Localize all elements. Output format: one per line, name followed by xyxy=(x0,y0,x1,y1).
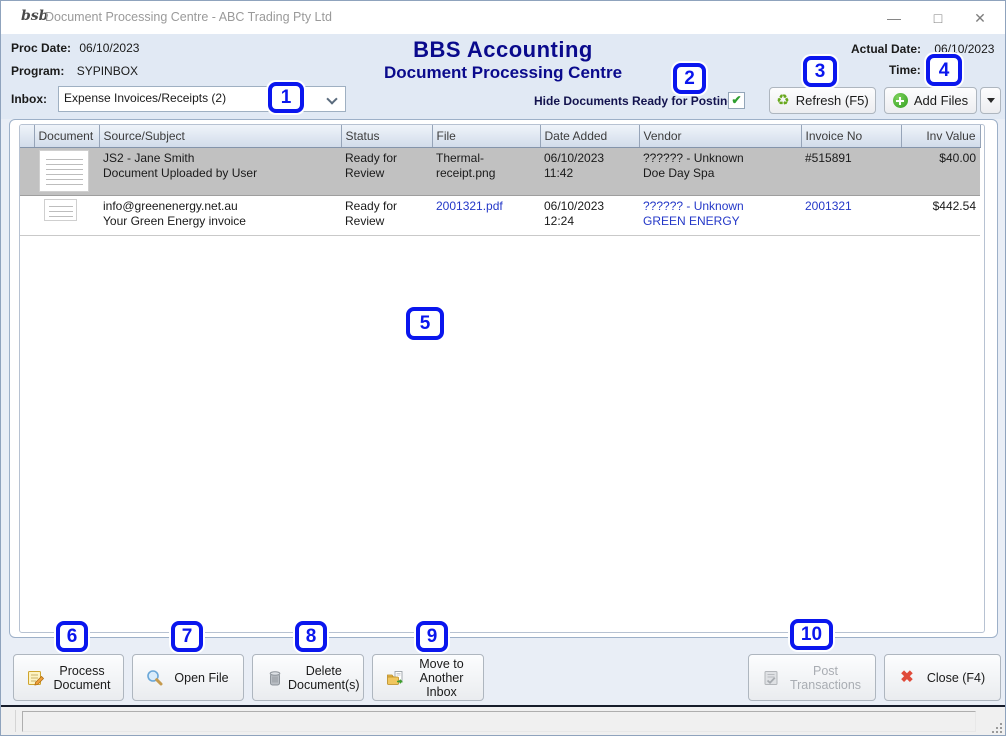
open-file-icon xyxy=(146,669,164,687)
som-mark-3: 3 xyxy=(803,56,837,87)
row-file-link[interactable]: Thermal-receipt.png xyxy=(436,151,495,180)
open-file-label: Open File xyxy=(164,671,243,685)
grid-header-row: Document Source/Subject Status File Date… xyxy=(20,125,980,147)
post-transactions-button: Post Transactions xyxy=(748,654,876,701)
delete-icon xyxy=(266,669,284,687)
som-mark-7: 7 xyxy=(171,621,203,652)
row-date-added: 06/10/2023 11:42 xyxy=(540,147,639,195)
chevron-down-icon xyxy=(326,93,337,104)
refresh-button[interactable]: ♻ Refresh (F5) xyxy=(769,87,876,114)
add-files-dropdown-button[interactable] xyxy=(980,87,1001,114)
move-inbox-icon xyxy=(386,669,404,687)
inbox-label: Inbox: xyxy=(11,92,47,106)
row-status: Ready for Review xyxy=(341,195,432,235)
post-transactions-icon xyxy=(762,669,780,687)
row-invoice-no: #515891 xyxy=(801,147,901,195)
column-header-document[interactable]: Document xyxy=(34,125,99,147)
post-transactions-label: Post Transactions xyxy=(780,664,875,692)
status-message-panel xyxy=(22,711,976,732)
som-mark-4: 4 xyxy=(926,54,962,86)
documents-grid: Document Source/Subject Status File Date… xyxy=(19,124,985,633)
row-inv-value: $442.54 xyxy=(901,195,980,235)
row-vendor-code[interactable]: ?????? - Unknown xyxy=(643,199,797,214)
actual-date-label: Actual Date: xyxy=(851,42,921,56)
som-mark-1: 1 xyxy=(268,82,304,113)
hide-documents-label: Hide Documents Ready for Posting: xyxy=(534,94,739,108)
status-bar-divider xyxy=(15,710,16,732)
header-panel: Proc Date: 06/10/2023 Program: SYPINBOX … xyxy=(1,34,1005,119)
row-date-added: 06/10/2023 12:24 xyxy=(540,195,639,235)
hide-documents-checkbox[interactable]: ✔ xyxy=(728,92,745,109)
column-header-vendor[interactable]: Vendor xyxy=(639,125,801,147)
column-header-indicator xyxy=(20,125,34,147)
title-bar: bsb Document Processing Centre - ABC Tra… xyxy=(1,1,1005,34)
column-header-inv-value[interactable]: Inv Value xyxy=(901,125,980,147)
row-subject: Your Green Energy invoice xyxy=(103,214,337,229)
som-mark-9: 9 xyxy=(416,621,448,652)
som-mark-10: 10 xyxy=(790,619,833,650)
window-title: Document Processing Centre - ABC Trading… xyxy=(45,10,332,24)
som-mark-8: 8 xyxy=(295,621,327,652)
document-thumbnail[interactable] xyxy=(39,150,89,192)
delete-documents-button[interactable]: Delete Document(s) xyxy=(252,654,364,701)
document-thumbnail[interactable] xyxy=(44,199,77,221)
row-status: Ready for Review xyxy=(341,147,432,195)
app-window: bsb Document Processing Centre - ABC Tra… xyxy=(0,0,1006,736)
close-button[interactable]: ✖ Close (F4) xyxy=(884,654,1001,701)
add-files-button[interactable]: Add Files xyxy=(884,87,977,114)
resize-grip[interactable] xyxy=(992,723,1002,733)
row-source: JS2 - Jane Smith xyxy=(103,151,337,166)
column-header-status[interactable]: Status xyxy=(341,125,432,147)
row-vendor-name: Doe Day Spa xyxy=(643,166,797,181)
table-row[interactable]: JS2 - Jane Smith Document Uploaded by Us… xyxy=(20,147,980,195)
close-button-label: Close (F4) xyxy=(916,671,1000,685)
documents-groupbox: Document Source/Subject Status File Date… xyxy=(9,119,998,638)
row-subject: Document Uploaded by User xyxy=(103,166,337,181)
column-header-file[interactable]: File xyxy=(432,125,540,147)
close-icon: ✖ xyxy=(898,669,916,687)
row-source: info@greenenergy.net.au xyxy=(103,199,337,214)
column-header-invoice-no[interactable]: Invoice No xyxy=(801,125,901,147)
row-inv-value: $40.00 xyxy=(901,147,980,195)
process-document-label: Process Document xyxy=(45,664,123,692)
refresh-icon: ♻ xyxy=(776,93,789,108)
som-mark-2: 2 xyxy=(673,63,706,94)
delete-documents-label: Delete Document(s) xyxy=(284,664,368,692)
add-icon xyxy=(893,93,908,108)
process-document-icon xyxy=(27,669,45,687)
close-window-icon[interactable]: ✕ xyxy=(965,7,995,29)
row-invoice-no[interactable]: 2001321 xyxy=(801,195,901,235)
table-row[interactable]: info@greenenergy.net.au Your Green Energ… xyxy=(20,195,980,235)
refresh-button-label: Refresh (F5) xyxy=(796,93,869,108)
open-file-button[interactable]: Open File xyxy=(132,654,244,701)
row-vendor-name[interactable]: GREEN ENERGY xyxy=(643,214,797,229)
column-header-date-added[interactable]: Date Added xyxy=(540,125,639,147)
minimize-icon[interactable]: — xyxy=(879,7,909,29)
maximize-icon[interactable]: □ xyxy=(923,7,953,29)
status-bar xyxy=(1,707,1005,736)
move-to-another-inbox-button[interactable]: Move to Another Inbox xyxy=(372,654,484,701)
row-file-link[interactable]: 2001321.pdf xyxy=(436,199,503,213)
row-vendor-code: ?????? - Unknown xyxy=(643,151,797,166)
add-files-label: Add Files xyxy=(914,93,968,108)
dropdown-arrow-icon xyxy=(987,98,995,103)
column-header-source-subject[interactable]: Source/Subject xyxy=(99,125,341,147)
som-mark-5: 5 xyxy=(406,307,444,340)
process-document-button[interactable]: Process Document xyxy=(13,654,124,701)
som-mark-6: 6 xyxy=(56,621,88,652)
app-subtitle: Document Processing Centre xyxy=(1,63,1005,83)
time-label: Time: xyxy=(889,63,921,77)
move-to-another-inbox-label: Move to Another Inbox xyxy=(404,657,483,699)
inbox-selected-value: Expense Invoices/Receipts (2) xyxy=(64,91,226,105)
